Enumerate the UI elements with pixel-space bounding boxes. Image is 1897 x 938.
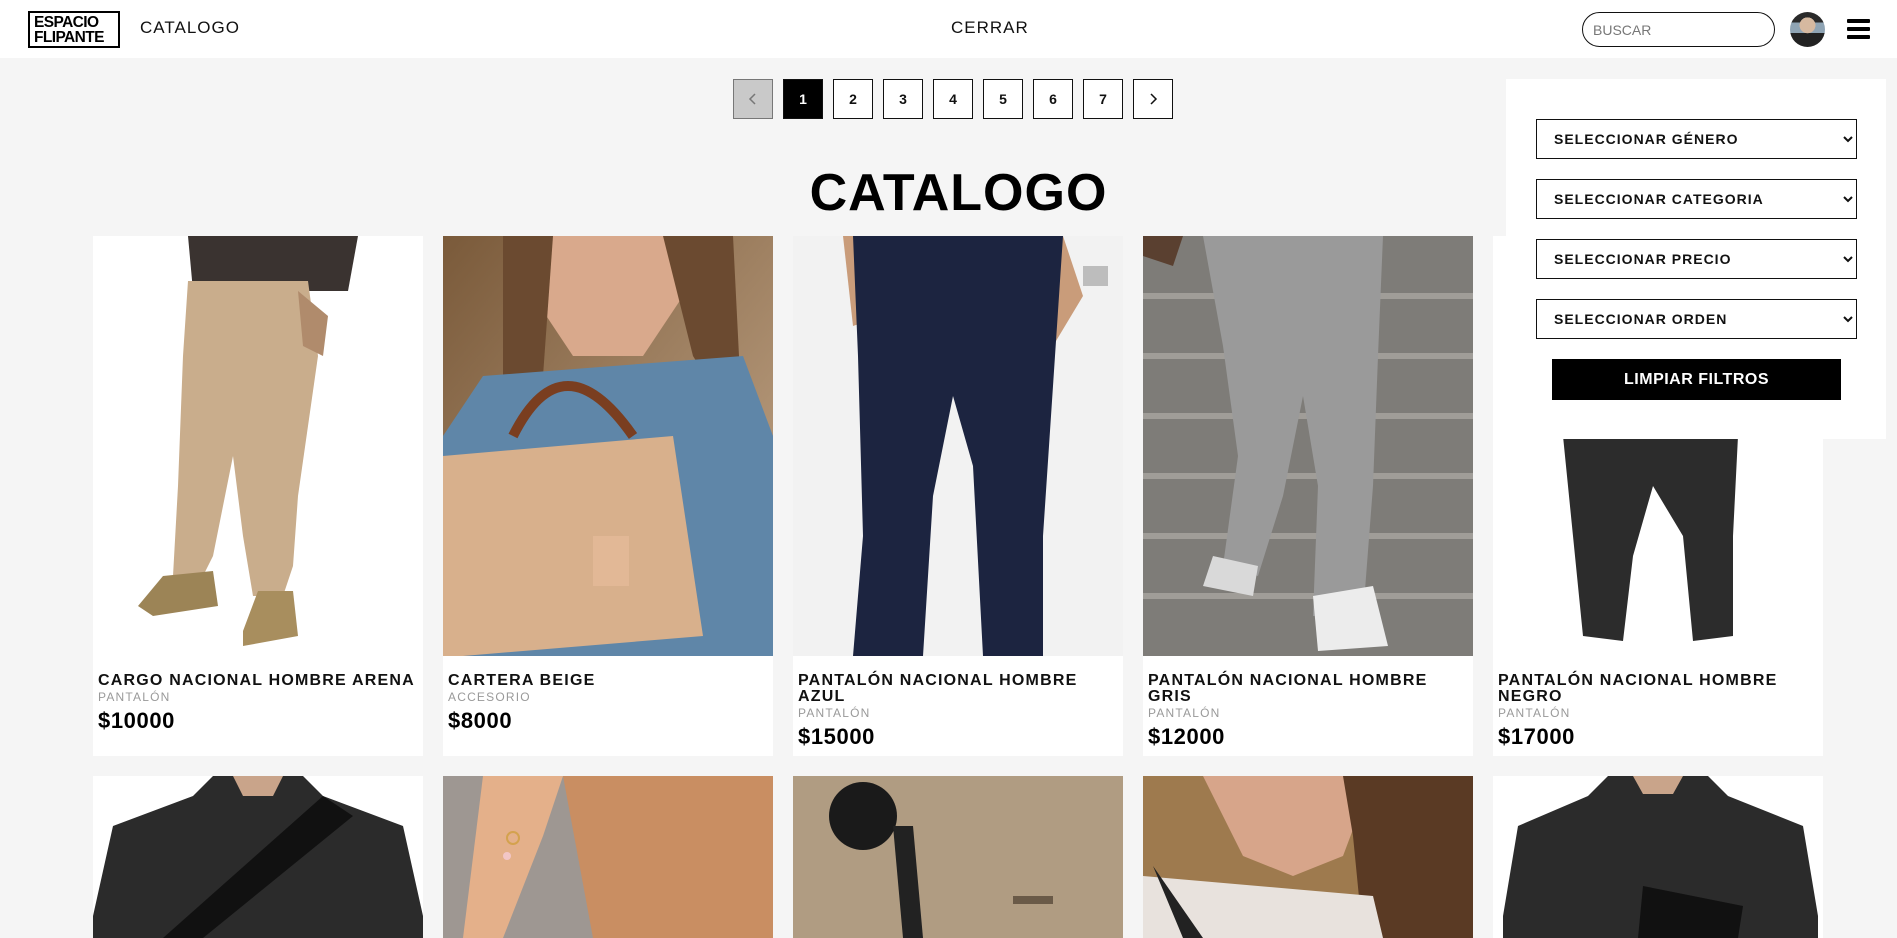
product-image[interactable] [93,776,423,938]
product-info: PANTALÓN NACIONAL HOMBRE NEGRO PANTALÓN … [1493,656,1823,756]
user-avatar[interactable] [1790,12,1825,47]
logo-line-1: ESPACIO [34,14,99,31]
product-info: PANTALÓN NACIONAL HOMBRE AZUL PANTALÓN $… [793,656,1123,756]
chevron-right-icon [1150,93,1158,105]
product-name: CARTERA BEIGE [448,672,596,689]
nav-close-link[interactable]: CERRAR [951,18,1029,38]
page-button-3[interactable]: 3 [883,79,923,119]
prev-page-button[interactable] [733,79,773,119]
product-image[interactable] [793,236,1123,656]
page-button-1[interactable]: 1 [783,79,823,119]
product-name: CARGO NACIONAL HOMBRE ARENA [98,672,415,689]
product-image[interactable] [93,236,423,656]
product-image[interactable] [443,776,773,938]
product-info: PANTALÓN NACIONAL HOMBRE GRIS PANTALÓN $… [1143,656,1473,756]
search-input[interactable] [1582,12,1775,47]
product-category: PANTALÓN [98,690,171,704]
product-card[interactable]: CARTERA BEIGE ACCESORIO $8000 [443,236,773,756]
product-card[interactable]: PANTALÓN NACIONAL HOMBRE GRIS PANTALÓN $… [1143,236,1473,756]
product-category: PANTALÓN [1498,706,1571,720]
product-card[interactable] [793,776,1123,938]
product-card[interactable]: CARGO NACIONAL HOMBRE ARENA PANTALÓN $10… [93,236,423,756]
page-button-4[interactable]: 4 [933,79,973,119]
product-card[interactable] [1143,776,1473,938]
product-image[interactable] [1493,776,1823,938]
filter-panel: SELECCIONAR GÉNERO SELECCIONAR CATEGORIA… [1506,79,1886,439]
product-name: PANTALÓN NACIONAL HOMBRE NEGRO [1498,672,1778,705]
chevron-left-icon [748,93,756,105]
product-price: $10000 [98,708,176,733]
brand-logo[interactable]: ESPACIO FLIPANTE [28,11,120,48]
logo-line-2: FLIPANTE [34,29,104,46]
top-navbar: ESPACIO FLIPANTE CATALOGO CERRAR [0,0,1897,58]
product-price: $12000 [1148,724,1226,749]
next-page-button[interactable] [1133,79,1173,119]
page-button-6[interactable]: 6 [1033,79,1073,119]
page-button-7[interactable]: 7 [1083,79,1123,119]
product-category: PANTALÓN [798,706,871,720]
page-button-5[interactable]: 5 [983,79,1023,119]
product-category: PANTALÓN [1148,706,1221,720]
product-image[interactable] [1143,776,1473,938]
product-image[interactable] [443,236,773,656]
product-image[interactable] [1143,236,1473,656]
product-name: PANTALÓN NACIONAL HOMBRE AZUL [798,672,1078,705]
product-price: $15000 [798,724,876,749]
gender-select[interactable]: SELECCIONAR GÉNERO [1536,119,1857,159]
product-price: $17000 [1498,724,1576,749]
product-info: CARTERA BEIGE ACCESORIO $8000 [443,656,773,756]
product-card[interactable] [93,776,423,938]
product-info: CARGO NACIONAL HOMBRE ARENA PANTALÓN $10… [93,656,423,756]
product-image[interactable] [793,776,1123,938]
hamburger-menu-icon[interactable] [1847,19,1870,39]
nav-catalog-link[interactable]: CATALOGO [140,18,240,38]
page-button-2[interactable]: 2 [833,79,873,119]
category-select[interactable]: SELECCIONAR CATEGORIA [1536,179,1857,219]
pagination: 1 2 3 4 5 6 7 [733,79,1173,119]
product-name: PANTALÓN NACIONAL HOMBRE GRIS [1148,672,1428,705]
clear-filters-button[interactable]: LIMPIAR FILTROS [1552,359,1841,400]
product-category: ACCESORIO [448,690,531,704]
product-card[interactable]: PANTALÓN NACIONAL HOMBRE AZUL PANTALÓN $… [793,236,1123,756]
order-select[interactable]: SELECCIONAR ORDEN [1536,299,1857,339]
product-card[interactable] [443,776,773,938]
price-select[interactable]: SELECCIONAR PRECIO [1536,239,1857,279]
product-price: $8000 [448,708,513,733]
product-card[interactable] [1493,776,1823,938]
